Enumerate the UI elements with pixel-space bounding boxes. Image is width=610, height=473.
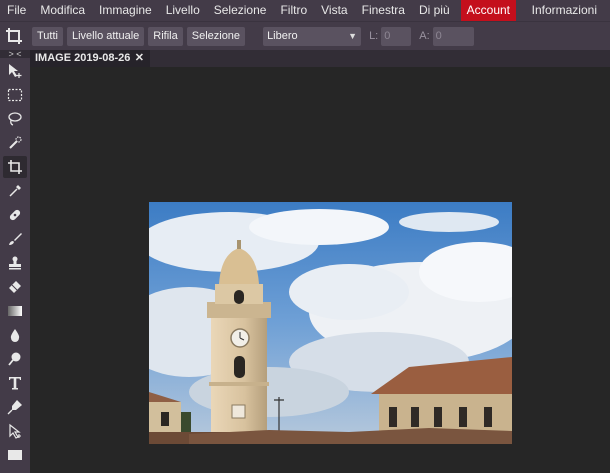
menu-vista[interactable]: Vista	[314, 0, 354, 21]
church-bell-tower-photo	[149, 202, 512, 444]
pen-icon[interactable]	[3, 396, 27, 418]
menu-di-piu[interactable]: Di più	[412, 0, 457, 21]
dodge-icon[interactable]	[3, 348, 27, 370]
document-image[interactable]	[149, 202, 512, 444]
eraser-icon[interactable]	[3, 276, 27, 298]
height-field[interactable]: 0	[432, 26, 474, 46]
menu-finestra[interactable]: Finestra	[355, 0, 412, 21]
menu-selezione[interactable]: Selezione	[207, 0, 274, 21]
trim-button[interactable]: Rifila	[148, 26, 183, 46]
height-label: A:	[419, 30, 430, 42]
quick-select-icon[interactable]	[3, 132, 27, 154]
lasso-icon[interactable]	[3, 108, 27, 130]
menu-immagine[interactable]: Immagine	[92, 0, 159, 21]
document-tab[interactable]: IMAGE 2019-08-26 ✕	[30, 50, 150, 67]
eyedropper-icon[interactable]	[3, 180, 27, 202]
close-icon[interactable]: ✕	[135, 50, 144, 67]
gradient-icon[interactable]	[3, 300, 27, 322]
aspect-ratio-value: Libero	[267, 29, 298, 42]
stamp-icon[interactable]	[3, 252, 27, 274]
width-label: L:	[369, 30, 379, 42]
crop-tool-indicator-icon	[0, 22, 28, 50]
rect-select-icon[interactable]	[3, 84, 27, 106]
direct-select-icon[interactable]	[3, 420, 27, 442]
crop-all-button[interactable]: Tutti	[32, 26, 63, 46]
menu-livello[interactable]: Livello	[159, 0, 207, 21]
menu-file[interactable]: File	[0, 0, 33, 21]
chevron-down-icon: ▼	[348, 30, 358, 41]
brush-icon[interactable]	[3, 228, 27, 250]
width-field[interactable]: 0	[381, 26, 412, 46]
text-icon[interactable]	[3, 372, 27, 394]
account-button[interactable]: Account	[460, 0, 517, 21]
options-bar: Tutti Livello attuale Rifila Selezione L…	[0, 21, 610, 50]
healing-icon[interactable]	[3, 204, 27, 226]
move-icon[interactable]	[3, 60, 27, 82]
shape-icon[interactable]	[3, 444, 27, 466]
aspect-ratio-select[interactable]: Libero ▼	[263, 26, 362, 46]
menu-filtro[interactable]: Filtro	[273, 0, 314, 21]
menu-bar: File Modifica Immagine Livello Selezione…	[0, 0, 610, 21]
document-tab-bar: > < > < IMAGE 2019-08-26 ✕	[0, 50, 610, 68]
crop-selection-button[interactable]: Selezione	[186, 26, 246, 46]
crop-current-layer-button[interactable]: Livello attuale	[67, 26, 145, 46]
blur-icon[interactable]	[3, 324, 27, 346]
menu-informazioni[interactable]: Informazioni	[525, 0, 604, 21]
crop-icon[interactable]	[3, 156, 27, 178]
tools-panel	[0, 58, 30, 473]
document-tab-title: IMAGE 2019-08-26	[35, 52, 131, 64]
menu-modifica[interactable]: Modifica	[33, 0, 92, 21]
